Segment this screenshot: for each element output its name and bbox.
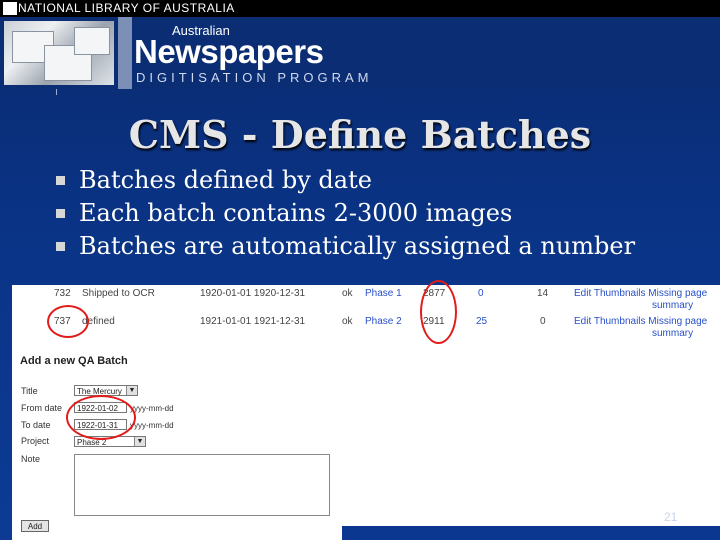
cursor-icon bbox=[56, 89, 61, 95]
banner: Australian Newspapers DIGITISATION PROGR… bbox=[0, 17, 720, 95]
batch-dates: 1921-01-01 1921-12-31 bbox=[200, 316, 306, 327]
annotation-circle-batch-id bbox=[47, 305, 89, 338]
batch-count-2: 14 bbox=[537, 288, 549, 299]
bullet-item: Each batch contains 2-3000 images bbox=[56, 198, 635, 231]
bullet-item: Batches defined by date bbox=[56, 165, 635, 198]
bullet-list: Batches defined by date Each batch conta… bbox=[56, 165, 635, 264]
to-date-label: To date bbox=[21, 420, 51, 430]
banner-divider bbox=[118, 17, 132, 89]
table-row: 732 Shipped to OCR 1920-01-01 1920-12-31… bbox=[12, 285, 720, 313]
from-date-hint: yyyy-mm-dd bbox=[130, 404, 174, 413]
batch-ok: ok bbox=[342, 316, 353, 327]
project-label: Project bbox=[21, 436, 50, 446]
bullet-square-icon bbox=[56, 176, 65, 185]
banner-title: Newspapers bbox=[134, 33, 324, 70]
batch-actions-link[interactable]: Edit Thumbnails Missing page bbox=[574, 288, 707, 299]
annotation-circle-dates bbox=[66, 395, 136, 440]
batch-dates: 1920-01-01 1920-12-31 bbox=[200, 288, 306, 299]
title-label: Title bbox=[21, 386, 38, 396]
qa-batch-heading: Add a new QA Batch bbox=[20, 355, 128, 367]
banner-program: DIGITISATION PROGRAM bbox=[136, 70, 373, 85]
annotation-circle-images bbox=[420, 280, 457, 344]
bullet-square-icon bbox=[56, 209, 65, 218]
chevron-down-icon: ▼ bbox=[134, 437, 145, 446]
panel-footer bbox=[342, 526, 720, 540]
batch-summary-link[interactable]: summary bbox=[652, 300, 693, 311]
batch-phase-link[interactable]: Phase 2 bbox=[365, 316, 402, 327]
chevron-down-icon: ▼ bbox=[126, 386, 137, 395]
top-strip: NATIONAL LIBRARY OF AUSTRALIA bbox=[0, 0, 720, 17]
to-date-hint: yyyy-mm-dd bbox=[130, 421, 174, 430]
bullet-square-icon bbox=[56, 242, 65, 251]
batch-phase-link[interactable]: Phase 1 bbox=[365, 288, 402, 299]
bullet-item: Batches are automatically assigned a num… bbox=[56, 231, 635, 264]
table-row: 737 defined 1921-01-01 1921-12-31 ok Pha… bbox=[12, 313, 720, 341]
from-date-label: From date bbox=[21, 403, 63, 413]
batch-table: 732 Shipped to OCR 1920-01-01 1920-12-31… bbox=[12, 285, 720, 339]
crest-icon bbox=[3, 2, 17, 15]
batch-count-1[interactable]: 25 bbox=[476, 316, 487, 327]
batch-summary-link[interactable]: summary bbox=[652, 328, 693, 339]
page-number: 21 bbox=[664, 510, 678, 524]
batch-status: Shipped to OCR bbox=[82, 288, 155, 299]
batch-actions-link[interactable]: Edit Thumbnails Missing page bbox=[574, 316, 707, 327]
batch-count-2: 0 bbox=[540, 316, 546, 327]
newspaper-collage-image bbox=[4, 21, 114, 85]
note-label: Note bbox=[21, 454, 41, 464]
library-name: NATIONAL LIBRARY OF AUSTRALIA bbox=[18, 1, 235, 15]
batch-id: 732 bbox=[54, 288, 71, 299]
batch-ok: ok bbox=[342, 288, 353, 299]
note-textarea[interactable] bbox=[74, 454, 330, 516]
slide-title: CMS - Define Batches bbox=[128, 112, 592, 157]
batch-count-1[interactable]: 0 bbox=[478, 288, 484, 299]
add-button[interactable]: Add bbox=[21, 520, 49, 532]
